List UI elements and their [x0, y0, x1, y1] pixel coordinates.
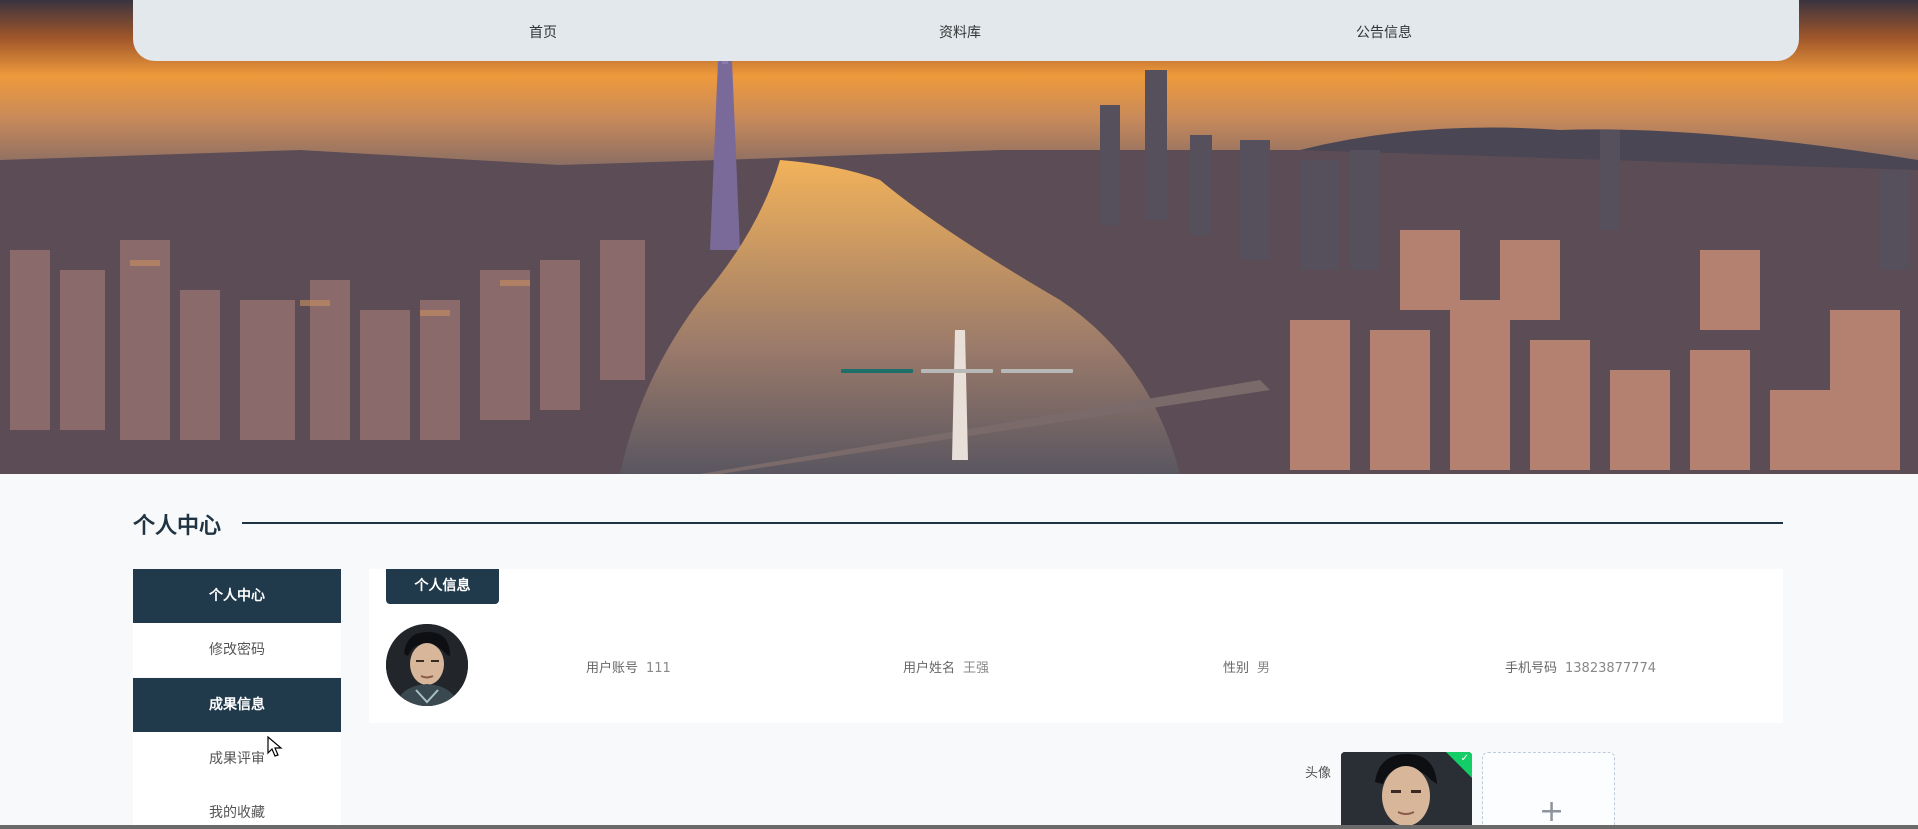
- tab-personal-info[interactable]: 个人信息: [386, 569, 499, 604]
- profile-info-panel: [369, 569, 1783, 723]
- field-phone-value: 13823877774: [1565, 661, 1656, 676]
- field-account-value: 111: [646, 661, 671, 676]
- carousel-indicator-2[interactable]: [921, 369, 993, 373]
- top-navbar: 首页 资料库 公告信息: [133, 0, 1799, 61]
- check-icon: ✓: [1460, 753, 1469, 764]
- plus-icon: +: [1539, 794, 1565, 829]
- avatar-upload-label: 头像: [1305, 766, 1332, 781]
- sidebar-item-favorites[interactable]: 我的收藏: [133, 786, 341, 829]
- avatar-photo: [386, 624, 468, 706]
- field-name-value: 王强: [963, 661, 990, 676]
- field-account-label: 用户账号: [586, 661, 639, 676]
- sidebar-item-personal-center[interactable]: 个人中心: [133, 569, 341, 623]
- field-account: 用户账号 111: [586, 657, 671, 676]
- sidebar-item-achievements[interactable]: 成果信息: [133, 678, 341, 732]
- nav-library[interactable]: 资料库: [939, 22, 981, 42]
- avatar: [386, 624, 468, 706]
- hero-banner: [0, 0, 1918, 474]
- city-skyline-image: [0, 0, 1918, 474]
- page-title: 个人中心: [133, 514, 222, 539]
- field-name: 用户姓名 王强: [903, 657, 989, 676]
- sidebar-item-change-password[interactable]: 修改密码: [133, 623, 341, 677]
- nav-home[interactable]: 首页: [529, 22, 557, 42]
- field-gender-label: 性别: [1223, 661, 1250, 676]
- field-gender-value: 男: [1257, 661, 1271, 676]
- sidebar-item-achievement-review[interactable]: 成果评审: [133, 732, 341, 786]
- carousel-indicator-1[interactable]: [841, 369, 913, 373]
- nav-announcements[interactable]: 公告信息: [1356, 22, 1412, 42]
- window-bottom-edge: [0, 825, 1918, 829]
- title-divider: [242, 522, 1783, 524]
- carousel-indicator-3[interactable]: [1001, 369, 1073, 373]
- field-gender: 性别男: [1223, 657, 1270, 676]
- mouse-cursor-icon: [267, 736, 283, 757]
- field-phone: 手机号码 13823877774: [1505, 657, 1656, 676]
- field-phone-label: 手机号码: [1505, 661, 1558, 676]
- avatar-upload-button[interactable]: +: [1482, 752, 1615, 829]
- uploaded-avatar-thumbnail[interactable]: ✓: [1341, 752, 1472, 829]
- field-name-label: 用户姓名: [903, 661, 956, 676]
